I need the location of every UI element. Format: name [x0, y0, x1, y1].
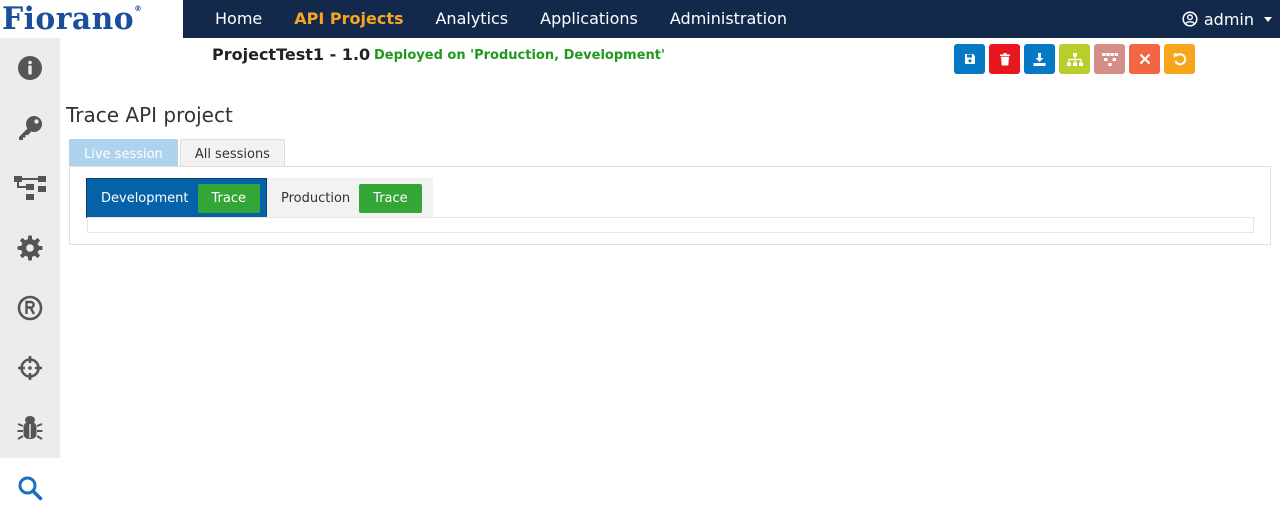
crosshair-icon: [17, 355, 43, 381]
save-button[interactable]: [954, 44, 985, 74]
environment-tabs: Development Trace Production Trace: [86, 178, 433, 218]
close-button[interactable]: [1129, 44, 1160, 74]
user-circle-icon: [1182, 11, 1198, 27]
project-toolbar: [954, 44, 1195, 74]
structure-button[interactable]: [1094, 44, 1125, 74]
env-tab-development[interactable]: Development Trace: [86, 178, 267, 218]
sidebar-item-debug[interactable]: [0, 398, 60, 458]
nav-analytics[interactable]: Analytics: [419, 0, 524, 38]
nav-home[interactable]: Home: [199, 0, 278, 38]
gear-icon: [17, 235, 43, 261]
env-label: Development: [101, 190, 189, 206]
trace-output-area: [87, 217, 1254, 233]
hierarchy-button[interactable]: [1059, 44, 1090, 74]
session-tabs: Live session All sessions: [69, 139, 285, 167]
trace-button-development[interactable]: Trace: [197, 183, 261, 213]
brand-logo[interactable]: Fiorano®: [0, 0, 183, 38]
download-button[interactable]: [1024, 44, 1055, 74]
env-label: Production: [281, 190, 351, 206]
trash-icon: [999, 52, 1011, 66]
sidebar-item-target[interactable]: [0, 338, 60, 398]
tab-live-session[interactable]: Live session: [69, 139, 178, 167]
download-icon: [1033, 52, 1046, 66]
chevron-down-icon: [1264, 16, 1272, 22]
trace-button-production[interactable]: Trace: [359, 183, 422, 213]
deploy-status: Deployed on 'Production, Development': [374, 48, 665, 63]
nav-applications[interactable]: Applications: [524, 0, 654, 38]
key-icon: [16, 114, 44, 142]
sidebar-item-keys[interactable]: [0, 98, 60, 158]
close-icon: [1139, 54, 1150, 64]
sitemap-icon: [1066, 52, 1083, 66]
flow-diagram-icon: [14, 174, 46, 202]
save-icon: [964, 53, 976, 65]
undo-button[interactable]: [1164, 44, 1195, 74]
sidebar-item-flows[interactable]: [0, 158, 60, 218]
undo-icon: [1173, 52, 1187, 66]
sidebar-item-registry[interactable]: [0, 278, 60, 338]
nav-api-projects[interactable]: API Projects: [278, 0, 419, 38]
bug-icon: [17, 414, 43, 442]
user-menu[interactable]: admin: [1182, 0, 1272, 38]
env-tab-production[interactable]: Production Trace: [267, 178, 433, 218]
logo-text: Fiorano®: [2, 1, 143, 37]
search-icon: [17, 475, 43, 501]
page-heading: Trace API project: [66, 103, 233, 127]
sidebar-item-trace[interactable]: [0, 458, 60, 511]
sidebar-item-info[interactable]: [0, 38, 60, 98]
registered-icon: [17, 295, 43, 321]
main-nav: Home API Projects Analytics Applications…: [199, 0, 803, 38]
sidebar-item-settings[interactable]: [0, 218, 60, 278]
user-name: admin: [1203, 9, 1254, 29]
grid-tree-icon: [1101, 52, 1118, 66]
tab-all-sessions[interactable]: All sessions: [179, 139, 285, 167]
sidebar: [0, 38, 60, 511]
top-navbar: Fiorano® Home API Projects Analytics App…: [0, 0, 1280, 38]
info-circle-icon: [17, 55, 43, 81]
delete-button[interactable]: [989, 44, 1020, 74]
nav-administration[interactable]: Administration: [654, 0, 803, 38]
project-title: ProjectTest1 - 1.0: [212, 45, 371, 64]
